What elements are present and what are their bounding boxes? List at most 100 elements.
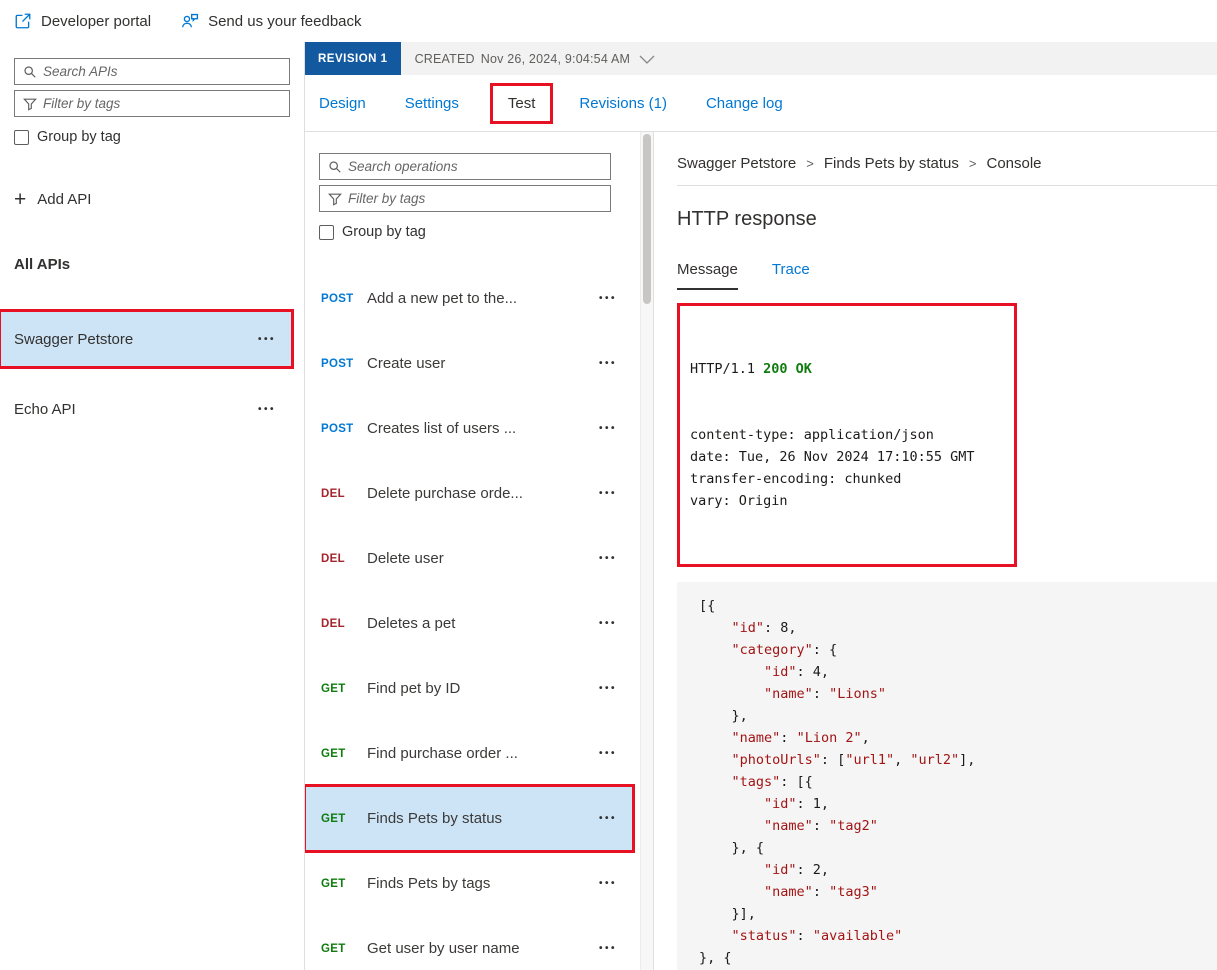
operation-verb: GET: [321, 812, 346, 825]
operation-label: Add a new pet to the...: [367, 290, 518, 307]
group-by-tag-sidebar[interactable]: Group by tag: [14, 129, 290, 145]
search-icon: [329, 160, 341, 173]
response-headers-block: HTTP/1.1 200 OK content-type: applicatio…: [677, 303, 1017, 567]
operation-verb: GET: [321, 942, 346, 955]
code-line: "id": 2,: [764, 862, 830, 878]
add-api-button[interactable]: + Add API: [14, 189, 290, 210]
operation-row[interactable]: GET Find pet by ID •••: [305, 656, 633, 721]
developer-portal-label: Developer portal: [41, 12, 152, 30]
chevron-down-icon[interactable]: [639, 55, 655, 65]
api-context-menu-button[interactable]: •••: [258, 404, 276, 415]
operation-row[interactable]: GET Get user by user name •••: [305, 916, 633, 970]
api-list: Swagger Petstore ••• Echo API •••: [0, 309, 304, 437]
operation-label: Delete purchase orde...: [367, 485, 523, 502]
group-by-tag-checkbox[interactable]: [14, 129, 29, 145]
operation-row[interactable]: DEL Delete user •••: [305, 526, 633, 591]
main-tab[interactable]: Test: [489, 82, 554, 124]
api-context-menu-button[interactable]: •••: [258, 334, 276, 345]
operation-label: Finds Pets by tags: [367, 875, 491, 892]
tab-trace[interactable]: Trace: [772, 261, 810, 290]
operation-verb: DEL: [321, 617, 345, 630]
filter-icon: [328, 193, 342, 206]
response-header-line: date: Tue, 26 Nov 2024 17:10:55 GMT: [690, 449, 975, 465]
code-line: "tags": [{: [731, 774, 813, 790]
filter-apis-input[interactable]: [43, 96, 289, 111]
response-header-line: transfer-encoding: chunked: [690, 471, 902, 487]
divider: [677, 185, 1217, 186]
operation-row[interactable]: GET Finds Pets by tags •••: [305, 851, 633, 916]
operation-row[interactable]: POST Creates list of users ... •••: [305, 396, 633, 461]
operation-label: Finds Pets by status: [367, 810, 503, 827]
operation-row[interactable]: POST Add a new pet to the... •••: [305, 266, 633, 331]
operation-label: Creates list of users ...: [367, 420, 517, 437]
breadcrumb: Swagger Petstore > Finds Pets by status …: [677, 155, 1217, 172]
operation-context-menu-button[interactable]: •••: [599, 358, 617, 369]
api-name: Echo API: [14, 400, 76, 418]
all-apis-heading: All APIs: [14, 256, 71, 273]
main-tabs: Design Settings Test Revisions (1) Change lo…: [305, 75, 1217, 132]
code-line: }, {: [699, 950, 732, 966]
group-by-tag-checkbox[interactable]: [319, 224, 334, 240]
breadcrumb-operation[interactable]: Finds Pets by status: [824, 155, 959, 172]
operation-context-menu-button[interactable]: •••: [599, 943, 617, 954]
operations-scrollbar-thumb[interactable]: [643, 134, 651, 304]
main-tab[interactable]: Change log: [706, 95, 783, 112]
breadcrumb-separator: >: [968, 156, 977, 171]
code-line: "status": "available": [731, 928, 903, 944]
developer-portal-link[interactable]: Developer portal: [14, 12, 151, 30]
revision-badge[interactable]: REVISION 1: [305, 42, 401, 75]
search-icon: [24, 65, 36, 78]
topbar: Developer portal Send us your feedback: [0, 0, 1217, 42]
operation-row[interactable]: DEL Delete purchase orde... •••: [305, 461, 633, 526]
filter-operations-input[interactable]: [348, 191, 610, 206]
operation-context-menu-button[interactable]: •••: [599, 683, 617, 694]
response-header-line: content-type: application/json: [690, 427, 934, 443]
operation-context-menu-button[interactable]: •••: [599, 293, 617, 304]
operation-row[interactable]: POST Create user •••: [305, 331, 633, 396]
main-area: REVISION 1 CREATED Nov 26, 2024, 9:04:54…: [305, 42, 1217, 970]
operation-row[interactable]: DEL Deletes a pet •••: [305, 591, 633, 656]
operation-verb: DEL: [321, 487, 345, 500]
api-list-item[interactable]: Swagger Petstore •••: [0, 309, 294, 369]
code-line: "id": 8,: [731, 620, 797, 636]
operation-context-menu-button[interactable]: •••: [599, 618, 617, 629]
operation-row[interactable]: GET Finds Pets by status •••: [305, 784, 635, 853]
api-list-item[interactable]: Echo API •••: [0, 381, 292, 437]
operation-context-menu-button[interactable]: •••: [599, 878, 617, 889]
operation-verb: POST: [321, 292, 354, 305]
operation-row[interactable]: GET Find purchase order ... •••: [305, 721, 633, 786]
operations-scrollbar-track[interactable]: [640, 132, 653, 970]
operation-context-menu-button[interactable]: •••: [599, 748, 617, 759]
search-operations-input[interactable]: [348, 159, 610, 174]
code-line: "name": "Lion 2",: [731, 730, 870, 746]
search-apis-input[interactable]: [43, 64, 289, 79]
operation-verb: GET: [321, 747, 346, 760]
group-by-tag-label: Group by tag: [37, 129, 121, 145]
filter-icon: [23, 98, 37, 111]
tab-message[interactable]: Message: [677, 261, 738, 290]
operation-context-menu-button[interactable]: •••: [599, 488, 617, 499]
search-operations-box: [319, 153, 611, 180]
code-line: [{: [699, 598, 716, 614]
code-line: }],: [699, 906, 756, 922]
operation-verb: GET: [321, 877, 346, 890]
status-code: 200 OK: [763, 361, 812, 377]
main-tab[interactable]: Settings: [405, 95, 459, 112]
operation-context-menu-button[interactable]: •••: [599, 423, 617, 434]
operation-context-menu-button[interactable]: •••: [599, 553, 617, 564]
operation-context-menu-button[interactable]: •••: [599, 813, 617, 824]
external-link-icon: [15, 13, 31, 29]
group-by-tag-operations[interactable]: Group by tag: [319, 224, 653, 240]
operation-label: Find purchase order ...: [367, 745, 518, 762]
main-tab[interactable]: Design: [319, 95, 366, 112]
feedback-link[interactable]: Send us your feedback: [181, 12, 362, 30]
main-tab[interactable]: Revisions (1): [579, 95, 667, 112]
response-tabs: Message Trace: [677, 261, 1217, 290]
page-content: Group by tag + Add API All APIs Swagger …: [0, 42, 1217, 970]
breadcrumb-console: Console: [986, 155, 1042, 172]
revision-created: CREATED Nov 26, 2024, 9:04:54 AM: [415, 52, 631, 66]
breadcrumb-api[interactable]: Swagger Petstore: [677, 155, 796, 172]
operation-verb: POST: [321, 422, 354, 435]
operation-label: Get user by user name: [367, 940, 520, 957]
code-line: },: [699, 708, 748, 724]
